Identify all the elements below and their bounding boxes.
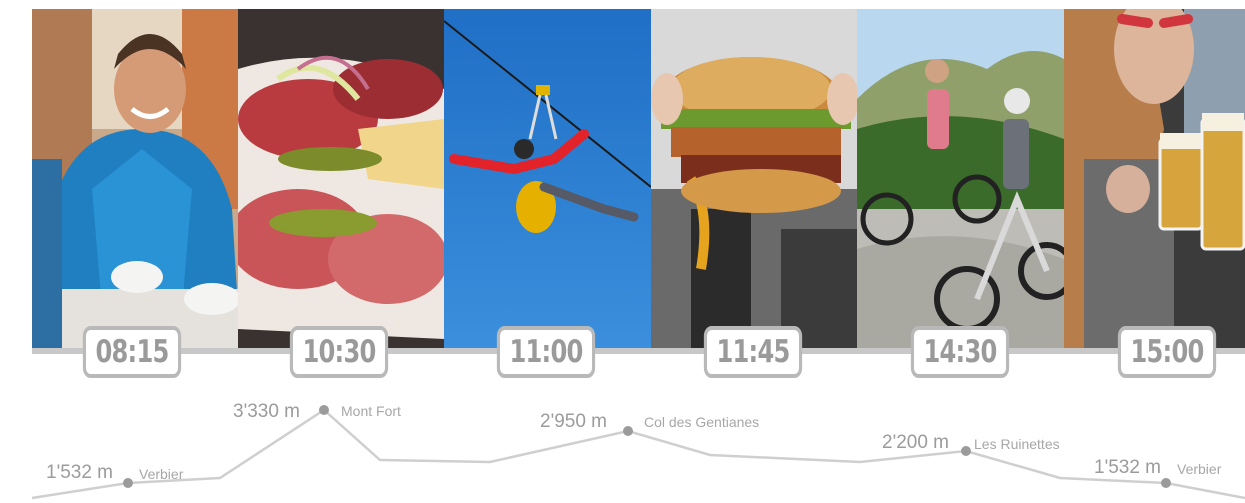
time-badge: 15:00 bbox=[1117, 326, 1217, 378]
place-label: Les Ruinettes bbox=[974, 436, 1060, 452]
photo-man-at-cafe bbox=[32, 9, 238, 349]
timeline-bar bbox=[32, 348, 1245, 354]
place-label: Mont Fort bbox=[341, 403, 401, 419]
time-badge: 14:30 bbox=[910, 326, 1010, 378]
elevation-label: 3'330 m bbox=[233, 401, 301, 422]
place-label: Verbier bbox=[1177, 461, 1222, 477]
elevation-label: 2'200 m bbox=[882, 432, 950, 453]
photo-beer-toast bbox=[1064, 9, 1245, 349]
time-badge: 08:15 bbox=[82, 326, 182, 378]
profile-point bbox=[319, 405, 329, 415]
photo-strip bbox=[32, 9, 1245, 349]
photo-zipline-rider bbox=[444, 9, 651, 349]
photo-burger bbox=[651, 9, 857, 349]
time-badge: 11:00 bbox=[496, 326, 596, 378]
profile-point bbox=[1161, 478, 1171, 488]
time-badge: 11:45 bbox=[703, 326, 803, 378]
elevation-label: 1'532 m bbox=[1094, 457, 1162, 478]
place-label: Col des Gentianes bbox=[644, 414, 760, 430]
elevation-label: 1'532 m bbox=[46, 462, 114, 483]
photo-charcuterie-plate bbox=[238, 9, 444, 349]
profile-point bbox=[123, 478, 133, 488]
elevation-label: 2'950 m bbox=[540, 411, 608, 432]
profile-point bbox=[623, 426, 633, 436]
time-badge: 10:30 bbox=[289, 326, 389, 378]
photo-e-bike-riders bbox=[857, 9, 1064, 349]
place-label: Verbier bbox=[139, 466, 184, 482]
profile-point bbox=[961, 446, 971, 456]
